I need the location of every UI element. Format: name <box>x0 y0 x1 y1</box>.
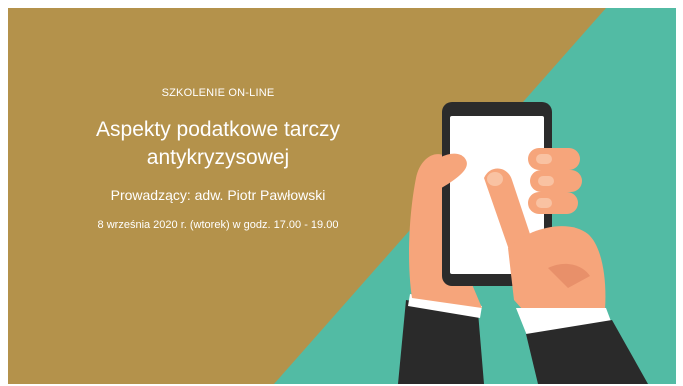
index-fingernail <box>487 172 503 186</box>
hands-holding-phone-illustration <box>398 102 648 384</box>
right-finger-nail-1 <box>536 154 552 164</box>
right-finger-nail-2 <box>538 176 554 186</box>
webinar-banner: SZKOLENIE ON-LINE Aspekty podatkowe tarc… <box>8 8 676 384</box>
right-finger-nail-3 <box>536 198 552 208</box>
right-finger-1 <box>528 148 580 170</box>
right-finger-3 <box>528 192 578 214</box>
right-finger-2 <box>530 170 582 192</box>
